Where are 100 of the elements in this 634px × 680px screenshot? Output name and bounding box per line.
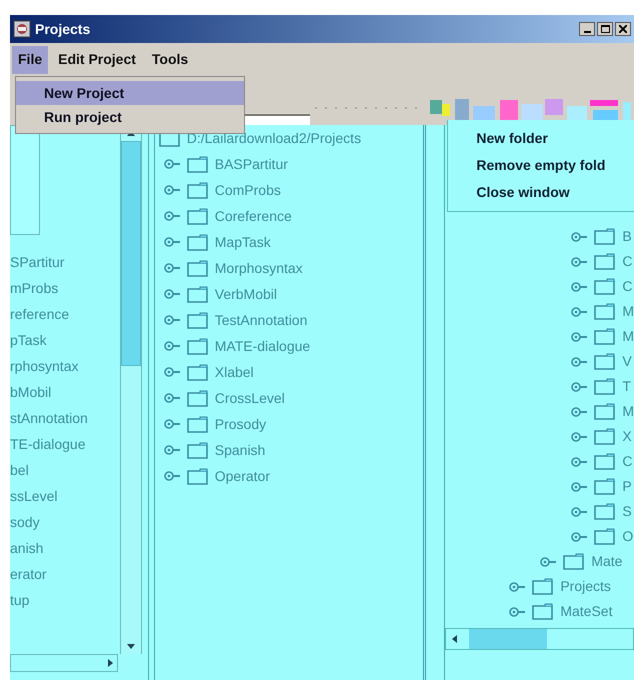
expand-handle-icon[interactable] bbox=[571, 456, 588, 466]
expand-handle-icon[interactable] bbox=[540, 556, 558, 566]
expand-handle-icon[interactable] bbox=[571, 282, 588, 292]
folder-icon bbox=[594, 278, 616, 295]
folder-icon bbox=[186, 390, 209, 406]
list-item[interactable]: SPartitur bbox=[10, 249, 118, 275]
expand-handle-icon[interactable] bbox=[164, 419, 181, 429]
tree-node-label[interactable]: M bbox=[622, 326, 634, 347]
expand-handle-icon[interactable] bbox=[571, 256, 588, 266]
tree-node-label[interactable]: X bbox=[622, 426, 632, 447]
window-title: Projects bbox=[35, 20, 90, 39]
scroll-thumb[interactable] bbox=[469, 629, 548, 649]
list-item[interactable]: erator bbox=[10, 561, 118, 587]
tree-node-label[interactable]: Operator bbox=[214, 466, 270, 486]
maximize-button[interactable] bbox=[597, 22, 613, 36]
tree-node-label[interactable]: C bbox=[622, 276, 632, 297]
horizontal-scrollbar[interactable] bbox=[445, 628, 634, 650]
expand-handle-icon[interactable] bbox=[571, 232, 588, 242]
expand-handle-icon[interactable] bbox=[571, 506, 588, 516]
tree-node-label[interactable]: VerbMobil bbox=[214, 284, 278, 304]
tree-node-label[interactable]: C bbox=[622, 451, 632, 472]
tree-node-label[interactable]: Prosody bbox=[214, 414, 266, 434]
expand-handle-icon[interactable] bbox=[164, 263, 181, 273]
list-item[interactable]: TE-dialogue bbox=[10, 431, 118, 457]
expand-handle-icon[interactable] bbox=[571, 306, 588, 316]
menu-item[interactable]: Tools bbox=[146, 46, 194, 74]
tree-node-label[interactable]: M bbox=[622, 401, 634, 422]
expand-handle-icon[interactable] bbox=[164, 471, 181, 481]
list-item[interactable]: reference bbox=[10, 301, 118, 327]
expand-handle-icon[interactable] bbox=[571, 356, 588, 366]
list-item[interactable]: bel bbox=[10, 457, 118, 483]
list-item[interactable]: tup bbox=[10, 587, 118, 613]
list-item[interactable]: anish bbox=[10, 535, 118, 561]
folder-icon bbox=[186, 364, 209, 380]
expand-handle-icon[interactable] bbox=[571, 382, 588, 392]
expand-handle-icon[interactable] bbox=[571, 332, 588, 342]
expand-handle-icon[interactable] bbox=[571, 532, 588, 542]
menu-item[interactable]: New Project bbox=[16, 81, 244, 105]
expand-handle-icon[interactable] bbox=[164, 341, 181, 351]
tree-node-label[interactable]: Xlabel bbox=[214, 362, 254, 382]
minimize-button[interactable] bbox=[579, 22, 595, 36]
close-icon bbox=[619, 25, 627, 33]
tree-node-label[interactable]: Projects bbox=[560, 576, 611, 597]
expand-handle-icon[interactable] bbox=[164, 185, 181, 195]
scroll-left-arrow-icon[interactable] bbox=[452, 635, 458, 643]
list-item[interactable]: sody bbox=[10, 509, 118, 535]
folder-icon bbox=[594, 503, 616, 520]
expand-handle-icon[interactable] bbox=[164, 445, 181, 455]
tree-node-label[interactable]: MapTask bbox=[214, 232, 271, 252]
scroll-right-arrow-icon[interactable] bbox=[108, 659, 113, 667]
tree-node-label[interactable]: C bbox=[622, 251, 632, 272]
folder-icon bbox=[594, 303, 616, 320]
expand-handle-icon[interactable] bbox=[164, 367, 181, 377]
tree-node-label[interactable]: BASPartitur bbox=[214, 154, 288, 174]
expand-handle-icon[interactable] bbox=[509, 582, 526, 592]
tree-node-label[interactable]: MATE-dialogue bbox=[214, 336, 310, 356]
folder-icon bbox=[594, 353, 616, 370]
list-item[interactable]: stAnnotation bbox=[10, 405, 118, 431]
tree-node-label[interactable]: S bbox=[622, 501, 632, 522]
expand-handle-icon[interactable] bbox=[571, 482, 588, 492]
tree-node-label[interactable]: V bbox=[622, 351, 632, 372]
tree-node-label[interactable]: D:/Lailardownload2/Projects bbox=[186, 128, 362, 148]
expand-handle-icon[interactable] bbox=[164, 211, 181, 221]
folder-icon bbox=[594, 478, 616, 495]
tree-node-label[interactable]: ComProbs bbox=[214, 180, 281, 200]
tree-node-label[interactable]: CrossLevel bbox=[214, 388, 285, 408]
expand-handle-icon[interactable] bbox=[164, 315, 181, 325]
tree-node-label[interactable]: P bbox=[622, 476, 632, 497]
expand-handle-icon[interactable] bbox=[571, 406, 588, 416]
list-item[interactable]: bMobil bbox=[10, 379, 118, 405]
menu-item[interactable]: File bbox=[12, 46, 48, 74]
expand-handle-icon[interactable] bbox=[571, 432, 588, 442]
expand-handle-icon[interactable] bbox=[164, 159, 181, 169]
tree-node-label[interactable]: TestAnnotation bbox=[214, 310, 308, 330]
menu-item[interactable]: New folder bbox=[476, 128, 634, 149]
folder-icon bbox=[186, 156, 209, 172]
list-item[interactable]: mProbs bbox=[10, 275, 118, 301]
tree-node-label[interactable]: O bbox=[622, 526, 634, 547]
close-button[interactable] bbox=[615, 22, 631, 36]
list-item[interactable]: rphosyntax bbox=[10, 353, 118, 379]
tree-node-label[interactable]: MateSet bbox=[560, 601, 612, 622]
horizontal-scrollbar[interactable] bbox=[10, 654, 118, 672]
tree-node-label[interactable]: B bbox=[622, 226, 632, 247]
expand-handle-icon[interactable] bbox=[509, 606, 526, 616]
tree-node-label[interactable]: M bbox=[622, 301, 634, 322]
tree-node-label[interactable]: Coreference bbox=[214, 206, 292, 226]
tree-node-label[interactable]: T bbox=[622, 376, 631, 397]
tree-node-label[interactable]: Mate bbox=[591, 551, 622, 572]
menu-item[interactable]: Remove empty fold bbox=[476, 155, 634, 176]
tree-node-label[interactable]: Spanish bbox=[214, 440, 266, 460]
menu-item[interactable]: Close window bbox=[476, 182, 634, 203]
list-item[interactable]: ssLevel bbox=[10, 483, 118, 509]
scroll-thumb[interactable] bbox=[121, 141, 141, 366]
menu-item[interactable]: Edit Project bbox=[52, 46, 142, 74]
expand-handle-icon[interactable] bbox=[164, 289, 181, 299]
list-item[interactable]: pTask bbox=[10, 327, 118, 353]
expand-handle-icon[interactable] bbox=[164, 237, 181, 247]
expand-handle-icon[interactable] bbox=[164, 393, 181, 403]
folder-icon bbox=[186, 338, 209, 354]
tree-node-label[interactable]: Morphosyntax bbox=[214, 258, 303, 278]
